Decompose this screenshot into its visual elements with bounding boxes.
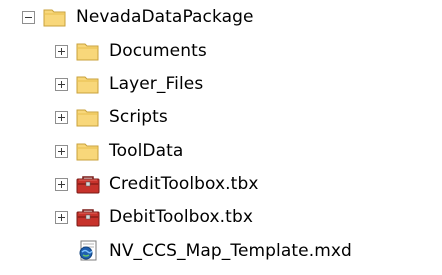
tree-node-label[interactable]: Documents [107, 40, 209, 62]
expand-toggle-icon[interactable] [55, 77, 68, 91]
toolbox-icon [75, 206, 101, 228]
tree-node-layer-files[interactable]: Layer_Files [55, 67, 205, 101]
map-document-icon [75, 240, 101, 262]
tree-node-label[interactable]: Scripts [107, 106, 170, 128]
expand-toggle-icon[interactable] [55, 210, 68, 224]
tree-node-label[interactable]: DebitToolbox.tbx [107, 206, 255, 228]
tree-node-tooldata[interactable]: ToolData [55, 134, 185, 168]
folder-icon [75, 106, 101, 128]
toolbox-icon [75, 173, 101, 195]
expand-toggle-icon[interactable] [55, 144, 68, 158]
collapse-toggle-icon[interactable] [22, 10, 35, 24]
tree-node-map-template[interactable]: NV_CCS_Map_Template.mxd [75, 234, 354, 268]
tree-node-label[interactable]: ToolData [107, 140, 185, 162]
folder-open-icon [42, 6, 68, 28]
expand-toggle-icon[interactable] [55, 177, 68, 191]
tree-node-documents[interactable]: Documents [55, 34, 209, 68]
folder-icon [75, 140, 101, 162]
expand-toggle-icon[interactable] [55, 110, 68, 124]
catalog-tree: NevadaDataPackage Documents Layer_Files [0, 0, 442, 275]
tree-node-label[interactable]: NV_CCS_Map_Template.mxd [107, 240, 354, 262]
folder-icon [75, 40, 101, 62]
tree-node-credit-toolbox[interactable]: CreditToolbox.tbx [55, 167, 261, 201]
tree-node-label[interactable]: CreditToolbox.tbx [107, 173, 261, 195]
expand-toggle-icon[interactable] [55, 44, 68, 58]
tree-node-root[interactable]: NevadaDataPackage [22, 0, 256, 34]
folder-icon [75, 73, 101, 95]
tree-node-label[interactable]: Layer_Files [107, 73, 205, 95]
tree-node-scripts[interactable]: Scripts [55, 100, 170, 134]
tree-node-label[interactable]: NevadaDataPackage [74, 6, 256, 28]
tree-node-debit-toolbox[interactable]: DebitToolbox.tbx [55, 200, 255, 234]
